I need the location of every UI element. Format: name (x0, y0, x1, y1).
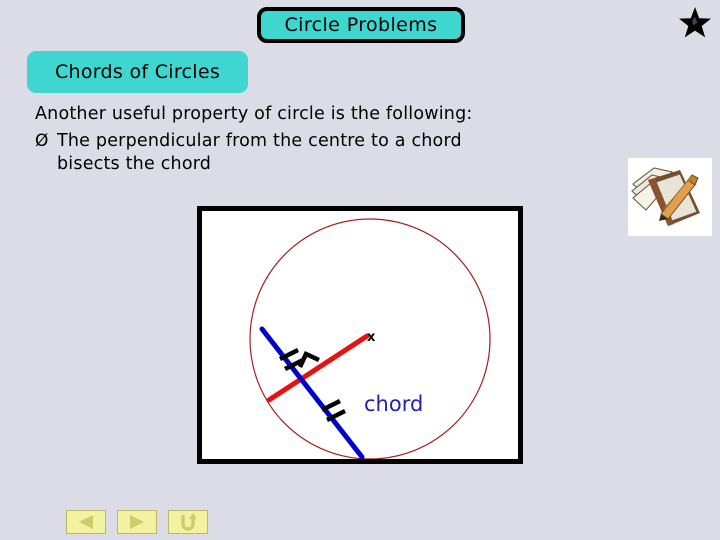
next-slide-button[interactable] (117, 510, 157, 534)
tick-mark-lower (320, 398, 347, 423)
circle-diagram-frame: x chord (197, 206, 523, 464)
bullet-item: Ø The perpendicular from the centre to a… (35, 130, 675, 176)
body-text-block: Another useful property of circle is the… (35, 103, 675, 176)
subtitle-label: Chords of Circles (54, 60, 221, 83)
navigation-bar (66, 510, 208, 534)
star-icon (679, 7, 711, 38)
return-button[interactable] (168, 510, 208, 534)
right-triangle-icon (130, 515, 144, 529)
notepad-pencil-image (628, 158, 712, 236)
slide-canvas: Circle Problems Chords of Circles Anothe… (0, 0, 720, 540)
slide-subtitle-box: Chords of Circles (27, 51, 248, 93)
intro-line: Another useful property of circle is the… (35, 104, 473, 124)
return-arrow-icon (181, 513, 197, 531)
bullet-arrow-icon: Ø (35, 131, 49, 151)
previous-slide-button[interactable] (66, 510, 106, 534)
page-title: Circle Problems (284, 13, 438, 36)
bullet-line-2: bisects the chord (57, 154, 212, 174)
chord-label: chord (364, 392, 423, 416)
centre-x-label: x (367, 330, 376, 345)
slide-title-box: Circle Problems (257, 7, 465, 43)
bullet-text: The perpendicular from the centre to a c… (57, 130, 675, 176)
left-triangle-icon (79, 515, 93, 529)
bullet-line-1: The perpendicular from the centre to a c… (57, 131, 462, 151)
circle-diagram: x chord (249, 218, 491, 459)
radius-line (266, 333, 370, 403)
